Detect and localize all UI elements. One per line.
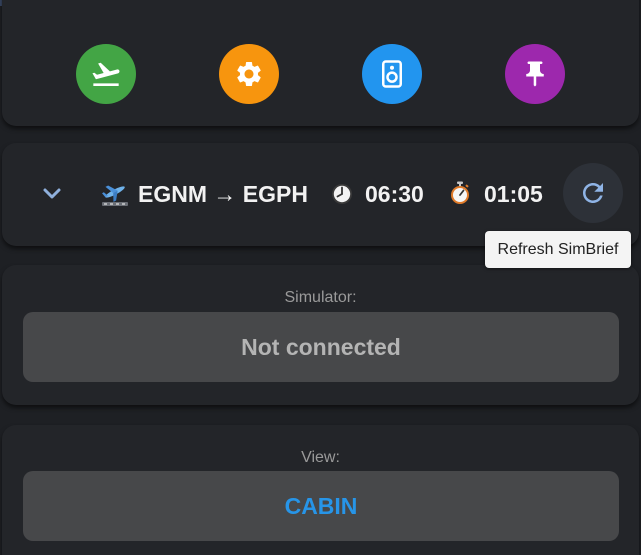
flight-duration: 01:05 [484,181,543,207]
gear-icon [237,61,261,86]
refresh-simbrief-button[interactable] [563,163,623,223]
simulator-status-button[interactable]: Not connected [23,312,619,382]
airplane-departure-icon [92,62,120,86]
view-label: View: [301,449,340,466]
audio-button[interactable] [362,44,422,104]
departure-time: 06:30 [365,181,424,207]
flight-summary-row: EGNM → EGPH 06:30 01:05 [0,163,641,225]
airplane-takeoff-icon [102,185,128,206]
speaker-icon [382,60,402,88]
view-select-button[interactable]: CABIN [23,471,619,541]
app-root: EGNM → EGPH 06:30 01:05 Refresh SimBrief… [0,0,641,555]
flight-route: EGNM → EGPH [138,181,308,207]
stopwatch-icon [451,181,469,204]
settings-button[interactable] [219,44,279,104]
refresh-icon [583,183,603,203]
refresh-tooltip: Refresh SimBrief [485,231,631,268]
clock-icon [332,184,352,204]
simulator-label: Simulator: [284,289,357,306]
pushpin-icon [526,61,544,87]
pin-button[interactable] [505,44,565,104]
departure-button[interactable] [76,44,136,104]
chevron-down-icon[interactable] [40,184,64,204]
